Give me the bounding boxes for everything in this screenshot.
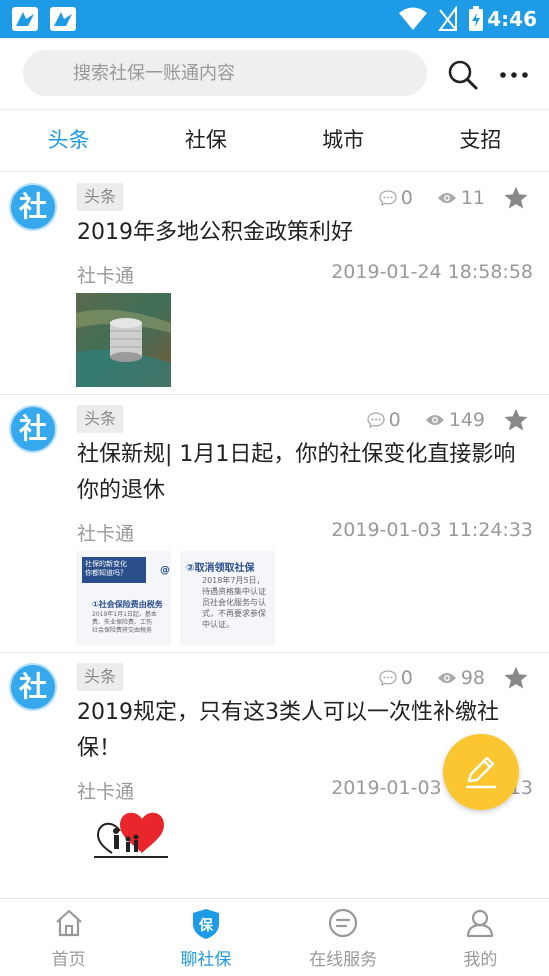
thumbnail-item: ①社会保险费由税务 xyxy=(92,600,163,609)
nav-label: 在线服务 xyxy=(309,950,378,970)
nav-label: 我的 xyxy=(463,950,498,970)
bao-shield-icon: 保 xyxy=(192,909,219,939)
eye-icon xyxy=(437,673,456,683)
app-notification-icon xyxy=(50,7,76,31)
star-icon[interactable] xyxy=(503,407,529,433)
thumbnail-heading: 社保的新变化 你都知道吗？ xyxy=(82,557,146,583)
article-stats: 0 149 xyxy=(366,407,529,433)
nav-home[interactable]: 首页 xyxy=(0,899,137,976)
search-input[interactable] xyxy=(23,50,427,96)
nav-chat-shebao[interactable]: 保 聊社保 xyxy=(137,899,274,976)
article-source: 社卡通 xyxy=(77,265,135,287)
nav-label: 首页 xyxy=(51,950,86,970)
article-thumbnail[interactable]: 社保的新变化 你都知道吗？ @ ①社会保险费由税务 2019年1月1日起，基本 … xyxy=(76,551,171,645)
thumbnail-item: ②取消领取社保 xyxy=(186,563,255,574)
category-tabs: 头条 社保 城市 支招 xyxy=(0,110,549,172)
article-thumbnail[interactable] xyxy=(76,293,171,387)
chat-bubble-icon xyxy=(329,908,358,938)
article-date: 2019-01-24 18:58:58 xyxy=(331,261,533,283)
view-count: 149 xyxy=(425,409,485,431)
article-title[interactable]: 2019年多地公积金政策利好 xyxy=(77,215,537,251)
comment-count: 0 xyxy=(366,409,401,431)
avatar: 社 xyxy=(9,405,57,453)
user-icon xyxy=(467,909,494,938)
status-time: 4:46 xyxy=(487,7,537,31)
tab-zhizhao[interactable]: 支招 xyxy=(412,110,549,171)
svg-text:保: 保 xyxy=(198,917,214,934)
search-icon[interactable] xyxy=(446,58,480,92)
no-signal-icon xyxy=(438,6,457,31)
category-tag: 头条 xyxy=(77,663,124,691)
category-tag: 头条 xyxy=(77,183,124,211)
category-tag: 头条 xyxy=(77,405,124,433)
at-icon: @ xyxy=(160,565,170,576)
battery-charging-icon xyxy=(469,6,483,31)
nav-mine[interactable]: 我的 xyxy=(412,899,549,976)
article-thumbnail[interactable] xyxy=(76,809,171,889)
article-card[interactable]: 社 头条 0 11 2019年多地公积金政策利好 社卡通 2019-01-24 … xyxy=(0,173,549,395)
comment-count: 0 xyxy=(379,187,413,209)
article-thumbnail[interactable]: ②取消领取社保 2018年7月5日， 待遇资格集中认证 员社会化服务与认 式，不… xyxy=(180,551,275,645)
article-stats: 0 11 xyxy=(379,185,529,211)
tab-shebao[interactable]: 社保 xyxy=(137,110,274,171)
star-icon[interactable] xyxy=(503,665,529,691)
app-notification-icon xyxy=(12,7,38,31)
status-bar: 4:46 xyxy=(0,0,549,38)
article-stats: 0 98 xyxy=(379,665,529,691)
view-count: 11 xyxy=(437,187,485,209)
article-card[interactable]: 社 头条 0 149 社保新规| 1月1日起，你的社保变化直接影响你的退休 社卡… xyxy=(0,395,549,653)
wifi-icon xyxy=(399,7,427,30)
view-count: 98 xyxy=(437,667,485,689)
eye-icon xyxy=(425,415,444,425)
compose-button[interactable] xyxy=(443,734,519,810)
pencil-icon xyxy=(465,756,497,789)
tab-toutiao[interactable]: 头条 xyxy=(0,110,137,171)
avatar: 社 xyxy=(9,663,57,711)
article-source: 社卡通 xyxy=(77,523,135,545)
eye-icon xyxy=(437,193,456,203)
more-options-icon[interactable] xyxy=(498,60,530,90)
tab-chengshi[interactable]: 城市 xyxy=(275,110,412,171)
nav-online-service[interactable]: 在线服务 xyxy=(275,899,412,976)
article-date: 2019-01-03 11:24:33 xyxy=(331,519,533,541)
comment-icon xyxy=(379,190,397,206)
avatar: 社 xyxy=(9,183,57,231)
nav-label: 聊社保 xyxy=(180,950,232,970)
thumbnail-body: 2019年1月1日起，基本 费、失业保险费、工伤 社会保险费将交由税务 xyxy=(92,611,157,634)
article-title[interactable]: 社保新规| 1月1日起，你的社保变化直接影响你的退休 xyxy=(77,437,537,509)
article-source: 社卡通 xyxy=(77,781,135,803)
bottom-navigation: 首页 保 聊社保 在线服务 我的 xyxy=(0,898,549,976)
thumbnail-body: 2018年7月5日， 待遇资格集中认证 员社会化服务与认 式，不再要求参保 中认… xyxy=(202,576,266,629)
star-icon[interactable] xyxy=(503,185,529,211)
search-bar xyxy=(0,38,549,110)
comment-icon xyxy=(366,412,385,428)
comment-icon xyxy=(379,670,397,686)
comment-count: 0 xyxy=(379,667,413,689)
home-icon xyxy=(55,909,82,937)
